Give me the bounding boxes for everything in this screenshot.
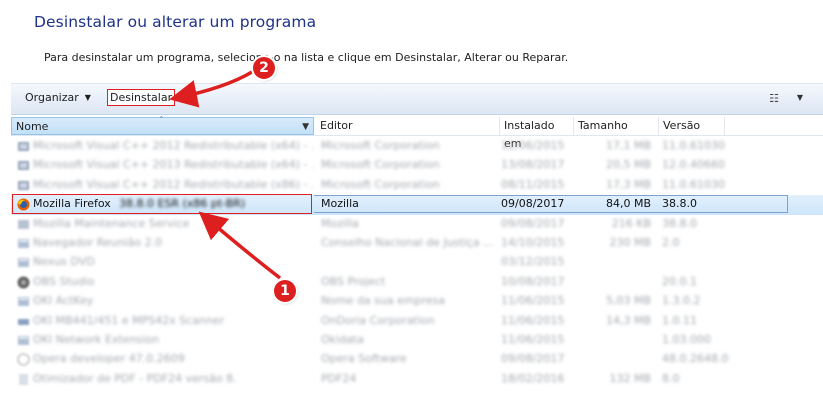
- arrow-1: [198, 211, 282, 280]
- callout-1: 1: [274, 280, 296, 302]
- callout-2: 2: [253, 57, 275, 79]
- annotation-arrows: [169, 70, 282, 280]
- arrow-2: [169, 70, 253, 108]
